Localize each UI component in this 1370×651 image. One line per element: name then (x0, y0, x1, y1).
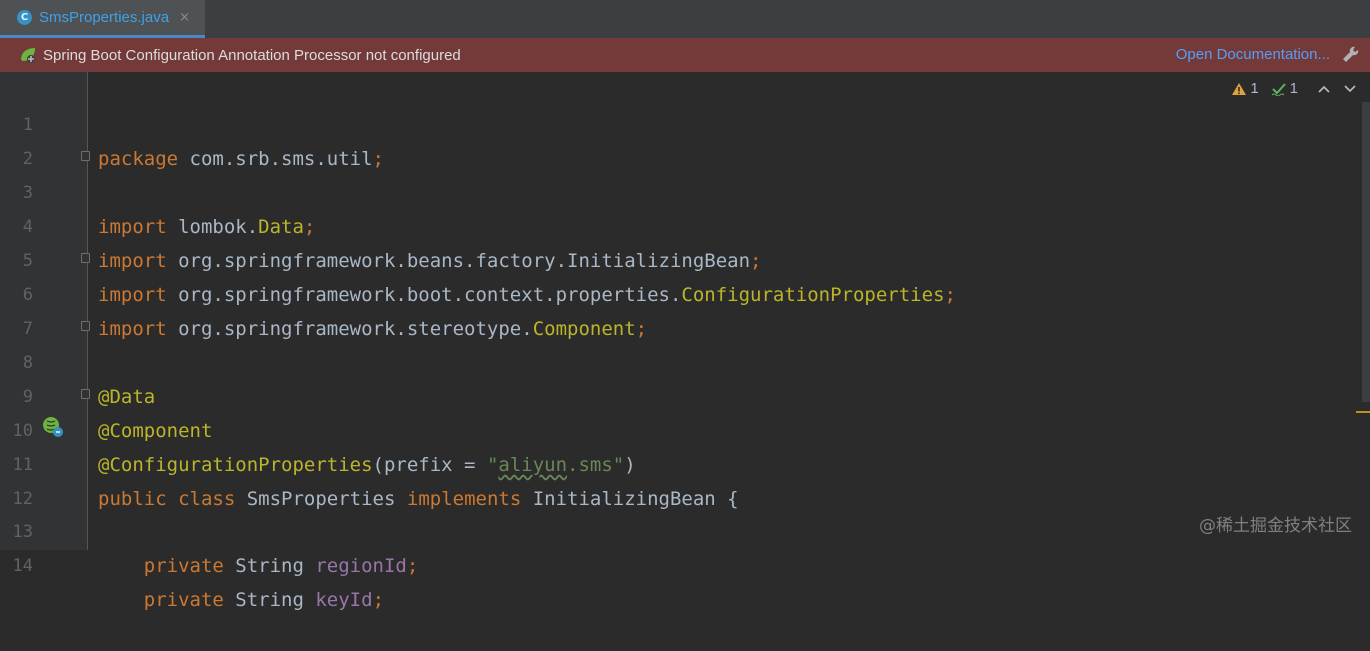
line-number: 14 (12, 556, 33, 576)
semicolon: ; (406, 555, 419, 577)
code-line[interactable]: 2 (0, 108, 1340, 169)
code-line[interactable]: 3 import lombok.Data; (0, 142, 1340, 238)
code-line[interactable]: 14 private String keyId; (0, 515, 1340, 611)
type-name: String (223, 589, 316, 611)
code-line[interactable]: 8 @Data (0, 312, 1340, 408)
code-line[interactable]: 5 import org.springframework.boot.contex… (0, 210, 1340, 306)
wrench-icon[interactable] (1340, 45, 1360, 65)
code-line[interactable]: 7 (0, 278, 1340, 339)
field-name: regionId (315, 555, 407, 577)
spring-leaf-icon (21, 48, 35, 63)
vertical-scrollbar[interactable] (1362, 102, 1370, 402)
watermark: @稀土掘金技术社区 (1199, 516, 1352, 536)
code-line[interactable]: 1 package com.srb.sms.util; (0, 74, 1340, 170)
field-name: keyId (315, 589, 373, 611)
scrollbar-warning-marker[interactable] (1356, 411, 1370, 413)
code-line[interactable]: 13 private String regionId; (0, 481, 1340, 577)
code-line[interactable]: 11 public class SmsProperties implements… (0, 414, 1340, 510)
tab-filename: SmsProperties.java (39, 9, 170, 26)
keyword: private (98, 555, 224, 577)
java-class-icon: C (17, 10, 32, 25)
close-tab-button[interactable]: × (179, 10, 190, 25)
fold-marker[interactable] (81, 389, 90, 399)
spring-bean-gutter-icon[interactable] (40, 414, 66, 440)
code-line[interactable]: 9 @Component (0, 346, 1340, 442)
keyword: private (98, 589, 224, 611)
fold-marker[interactable] (81, 151, 90, 161)
semicolon: ; (372, 589, 385, 611)
code-editor[interactable]: 1 1 1 package com.srb.sms.util; 2 3 impo… (0, 72, 1370, 611)
type-name: String (223, 555, 316, 577)
chevron-down-icon[interactable] (1344, 84, 1356, 93)
code-line[interactable]: 10 @ConfigurationProperties(prefix = "al… (0, 380, 1340, 476)
fold-marker[interactable] (81, 321, 90, 331)
code-line[interactable]: 6 import org.springframework.stereotype.… (0, 244, 1340, 340)
code-line[interactable]: 12 (0, 448, 1340, 509)
warning-banner: Spring Boot Configuration Annotation Pro… (0, 38, 1370, 72)
fold-marker[interactable] (81, 253, 90, 263)
banner-message: Spring Boot Configuration Annotation Pro… (43, 46, 461, 64)
open-documentation-link[interactable]: Open Documentation... (1176, 46, 1330, 63)
code-line[interactable]: 4 import org.springframework.beans.facto… (0, 176, 1340, 272)
editor-tab-bar: C SmsProperties.java × (0, 0, 1370, 39)
tab-smsproperties[interactable]: C SmsProperties.java × (0, 0, 205, 38)
